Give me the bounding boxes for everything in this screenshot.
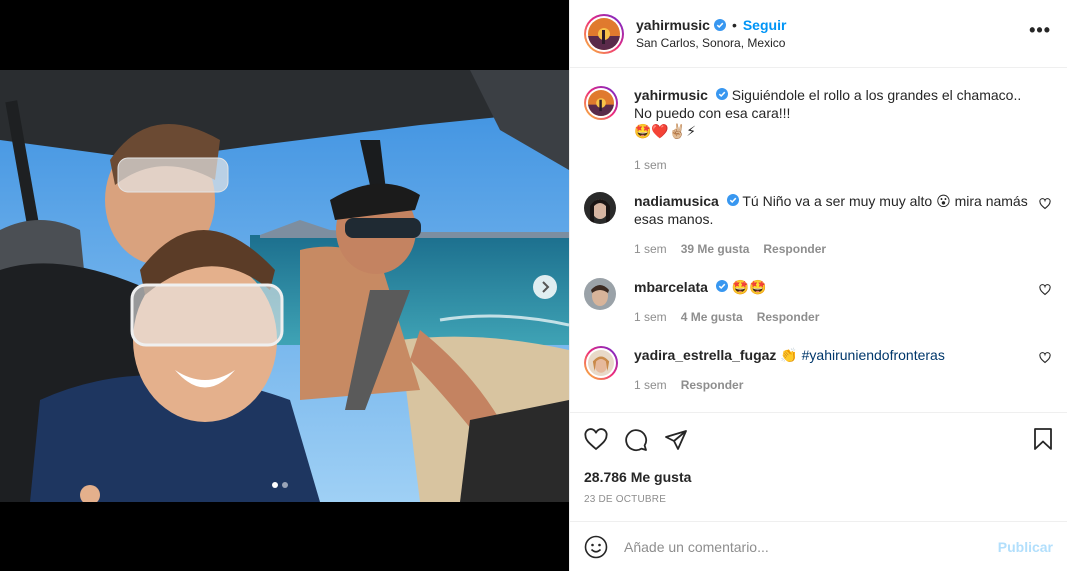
like-comment-heart-icon[interactable] [1039,352,1051,364]
comment-username[interactable]: yadira_estrella_fugaz [634,347,776,363]
comment-username[interactable]: nadiamusica [634,193,719,209]
carousel-dot-active [272,482,278,488]
avatar[interactable] [584,13,624,54]
post-media [0,0,569,571]
comment-row: nadiamusica Tú Niño va a ser muy muy alt… [584,192,1051,258]
verified-badge-icon [713,19,726,31]
comment-icon[interactable] [624,428,648,452]
comment-row: mbarcelata 🤩🤩 1 sem 4 Me gusta Responder [584,278,1051,326]
save-bookmark-icon[interactable] [1031,427,1055,451]
publish-button[interactable]: Publicar [998,539,1053,555]
reply-button[interactable]: Responder [763,240,826,258]
post-date[interactable]: 23 DE OCTUBRE [584,494,1053,505]
carousel-next-button[interactable] [533,275,557,299]
avatar[interactable] [584,278,616,310]
post-header: yahirmusic • Seguir San Carlos, Sonora, … [570,0,1067,68]
follow-button[interactable]: Seguir [743,17,787,33]
like-comment-heart-icon[interactable] [1039,284,1051,296]
caption-emojis: 🤩❤️✌🏼⚡ [634,123,697,139]
comment-username[interactable]: mbarcelata [634,279,708,295]
comment-time[interactable]: 1 sem [634,240,667,258]
separator-dot: • [731,17,737,33]
avatar[interactable] [584,86,618,120]
comment-likes[interactable]: 4 Me gusta [681,308,743,326]
comments-list: yahirmusic Siguiéndole el rollo a los gr… [570,68,1067,412]
avatar[interactable] [584,192,616,224]
post-actions: 28.786 Me gusta 23 DE OCTUBRE [570,412,1067,505]
more-options-icon[interactable]: ••• [1029,21,1051,39]
post-author-username[interactable]: yahirmusic [636,17,710,33]
emoji-icon[interactable] [584,535,608,559]
comment-text: 👏 [780,347,802,363]
add-comment-bar: Publicar [570,521,1067,571]
verified-badge-icon [715,280,728,292]
comment-text: 🤩🤩 [731,279,767,295]
comment-time[interactable]: 1 sem [634,308,667,326]
like-count[interactable]: 28.786 Me gusta [584,469,1053,485]
comment-likes[interactable]: 39 Me gusta [681,240,750,258]
caption-time[interactable]: 1 sem [634,156,667,174]
comment-input[interactable] [624,538,998,555]
reply-button[interactable]: Responder [681,376,744,394]
carousel-dot [282,482,288,488]
comment-time[interactable]: 1 sem [634,376,667,394]
avatar[interactable] [584,346,618,380]
hashtag-link[interactable]: #yahiruniendofronteras [802,347,945,363]
reply-button[interactable]: Responder [757,308,820,326]
instagram-post-modal: yahirmusic • Seguir San Carlos, Sonora, … [0,0,1067,571]
post-location[interactable]: San Carlos, Sonora, Mexico [636,36,786,50]
verified-badge-icon [715,88,728,100]
share-direct-icon[interactable] [664,428,688,452]
chevron-right-icon [542,281,550,293]
caption-username[interactable]: yahirmusic [634,87,708,103]
carousel-indicator [272,482,288,488]
comment-row: yadira_estrella_fugaz 👏 #yahiruniendofro… [584,346,1051,394]
caption-row: yahirmusic Siguiéndole el rollo a los gr… [584,86,1051,174]
verified-badge-icon [726,194,739,206]
post-photo[interactable] [0,70,569,502]
like-heart-icon[interactable] [584,428,608,452]
post-details-panel: yahirmusic • Seguir San Carlos, Sonora, … [569,0,1067,571]
like-comment-heart-icon[interactable] [1039,198,1051,210]
